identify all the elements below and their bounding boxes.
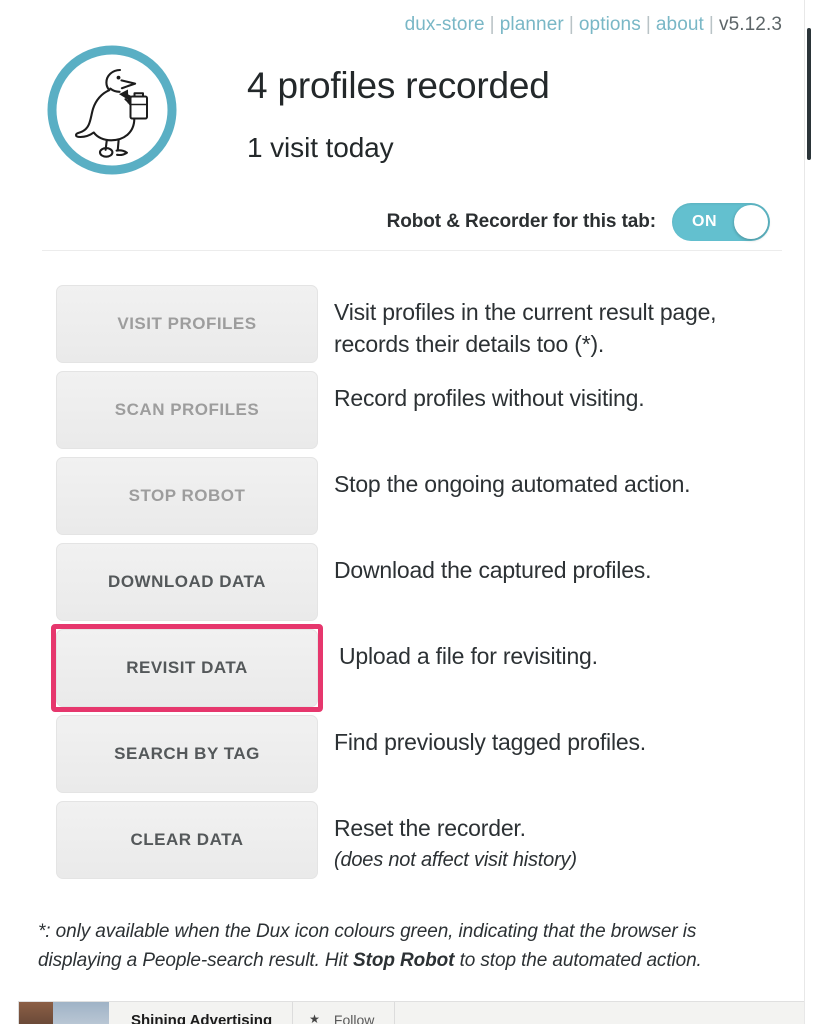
clear-data-note-text: (does not affect visit history) (334, 848, 577, 871)
search-by-tag-button[interactable]: SEARCH BY TAG (56, 715, 318, 793)
clear-data-button[interactable]: CLEAR DATA (56, 801, 318, 879)
clear-data-description-note: (does not affect visit history) (334, 847, 577, 874)
action-row-stop-robot: STOP ROBOT Stop the ongoing automated ac… (56, 457, 794, 543)
stop-robot-description: Stop the ongoing automated action. (334, 471, 691, 497)
action-row-clear-data: CLEAR DATA Reset the recorder. (does not… (56, 801, 794, 887)
download-data-button-wrapper: DOWNLOAD DATA (56, 543, 318, 621)
toggle-knob (734, 205, 768, 239)
visit-profiles-description: Visit profiles in the current result pag… (334, 299, 717, 357)
action-row-search-by-tag: SEARCH BY TAG Find previously tagged pro… (56, 715, 794, 801)
footnote-emphasis: Stop Robot (353, 949, 455, 971)
clear-data-description-main: Reset the recorder. (334, 815, 526, 841)
underlying-follow-button[interactable]: Follow (334, 1013, 374, 1024)
profile-thumbnail (19, 1002, 53, 1024)
revisit-data-description: Upload a file for revisiting. (339, 643, 598, 669)
underlying-page-sliver: Shining Advertising ★ Follow (0, 992, 814, 1024)
scan-profiles-description: Record profiles without visiting. (334, 385, 645, 411)
nav-separator: | (489, 14, 495, 35)
visit-profiles-button-wrapper: VISIT PROFILES (56, 285, 318, 363)
scan-profiles-button[interactable]: SCAN PROFILES (56, 371, 318, 449)
footnote-part2: to stop the automated action. (454, 949, 702, 971)
search-by-tag-description: Find previously tagged profiles. (334, 729, 646, 755)
visit-profiles-button[interactable]: VISIT PROFILES (56, 285, 318, 363)
robot-recorder-toggle[interactable]: ON (672, 203, 770, 241)
scrollbar-track[interactable] (805, 0, 814, 1024)
page-subtitle: 1 visit today (247, 132, 394, 163)
dux-soup-popup-panel: dux-store | planner | options | about | v5.12.3 (0, 0, 814, 992)
action-row-download-data: DOWNLOAD DATA Download the captured prof… (56, 543, 794, 629)
action-row-scan-profiles: SCAN PROFILES Record profiles without vi… (56, 371, 794, 457)
nav-separator: | (708, 14, 714, 35)
version-label: v5.12.3 (718, 14, 782, 35)
star-icon: ★ (309, 1012, 320, 1024)
clear-data-button-wrapper: CLEAR DATA (56, 801, 318, 879)
nav-link-dux-store[interactable]: dux-store (405, 14, 485, 35)
nav-link-about[interactable]: about (656, 14, 704, 35)
robot-recorder-toggle-row: Robot & Recorder for this tab: ON (387, 203, 770, 241)
scrollbar-thumb[interactable] (807, 28, 811, 160)
underlying-page-row: Shining Advertising ★ Follow (18, 1001, 808, 1024)
action-list: VISIT PROFILES Visit profiles in the cur… (51, 285, 794, 887)
cell-divider (292, 1002, 294, 1024)
top-navigation: dux-store | planner | options | about | v5.12.3 (405, 14, 782, 36)
underlying-profile-name: Shining Advertising (131, 1011, 273, 1024)
nav-separator: | (568, 14, 574, 35)
toggle-state-label: ON (692, 213, 718, 230)
action-row-visit-profiles: VISIT PROFILES Visit profiles in the cur… (56, 285, 794, 371)
search-by-tag-button-wrapper: SEARCH BY TAG (56, 715, 318, 793)
page-title: 4 profiles recorded (247, 65, 550, 106)
scan-profiles-button-wrapper: SCAN PROFILES (56, 371, 318, 449)
nav-separator: | (645, 14, 651, 35)
stop-robot-button[interactable]: STOP ROBOT (56, 457, 318, 535)
profile-banner-thumbnail (53, 1002, 109, 1024)
stop-robot-button-wrapper: STOP ROBOT (56, 457, 318, 535)
download-data-description: Download the captured profiles. (334, 557, 652, 583)
robot-recorder-label: Robot & Recorder for this tab: (386, 211, 656, 232)
cell-divider (394, 1002, 396, 1024)
revisit-data-button[interactable]: REVISIT DATA (56, 629, 318, 707)
footnote: *: only available when the Dux icon colo… (38, 918, 774, 976)
header-divider (42, 250, 782, 251)
nav-link-options[interactable]: options (579, 14, 641, 35)
duck-logo-icon (42, 40, 182, 180)
nav-link-planner[interactable]: planner (500, 14, 564, 35)
revisit-data-highlight-box: REVISIT DATA (51, 624, 323, 712)
download-data-button[interactable]: DOWNLOAD DATA (56, 543, 318, 621)
clear-data-description: Reset the recorder. (does not affect vis… (334, 801, 577, 874)
action-row-revisit-data: REVISIT DATA Upload a file for revisitin… (51, 624, 794, 715)
